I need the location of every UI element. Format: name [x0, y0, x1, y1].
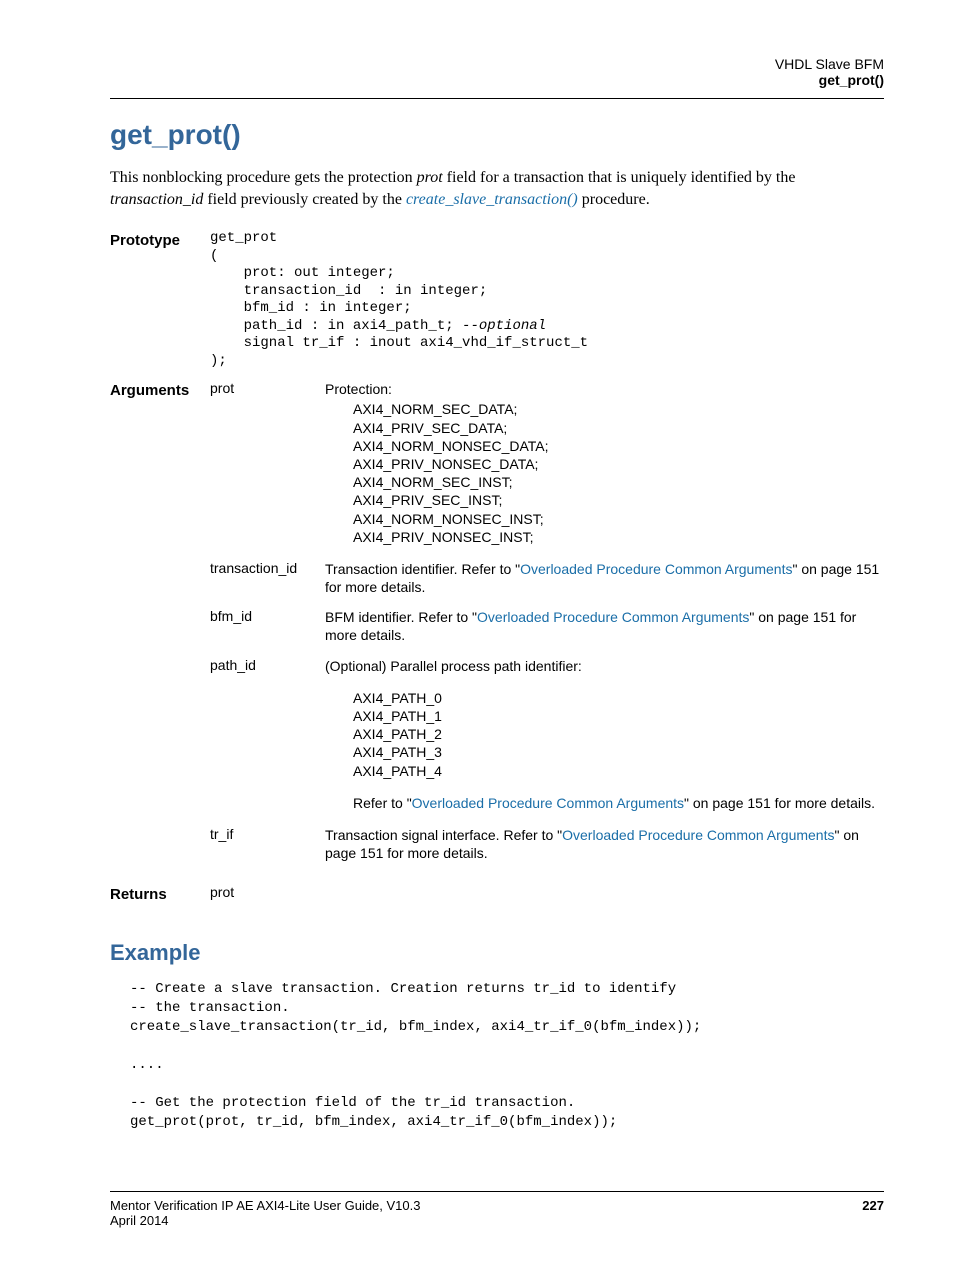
- overloaded-args-link[interactable]: Overloaded Procedure Common Arguments: [562, 827, 834, 843]
- intro-text: This nonblocking procedure gets the prot…: [110, 169, 417, 186]
- code-line: prot: out integer;: [210, 265, 395, 281]
- header-section: VHDL Slave BFM: [110, 56, 884, 72]
- enum-value: AXI4_PRIV_NONSEC_DATA;: [353, 455, 884, 473]
- footer-date: April 2014: [110, 1213, 884, 1228]
- footer-page-number: 227: [862, 1198, 884, 1213]
- returns-value: prot: [210, 884, 325, 912]
- page-footer: Mentor Verification IP AE AXI4-Lite User…: [110, 1191, 884, 1228]
- enum-value: AXI4_PATH_3: [353, 743, 884, 761]
- code-line: get_prot: [210, 230, 277, 246]
- arg-desc-bfm-id: BFM identifier. Refer to "Overloaded Pro…: [325, 608, 884, 656]
- page-header: VHDL Slave BFM get_prot(): [110, 56, 884, 88]
- enum-value: AXI4_PRIV_SEC_INST;: [353, 491, 884, 509]
- code-line: path_id : in axi4_path_t;: [210, 318, 462, 334]
- header-topic: get_prot(): [110, 72, 884, 88]
- enum-value: AXI4_PATH_1: [353, 707, 884, 725]
- arg-desc-path-id: (Optional) Parallel process path identif…: [325, 657, 884, 826]
- desc-text: " on page 151 for more details.: [684, 795, 875, 811]
- page-title: get_prot(): [110, 119, 884, 151]
- code-line: (: [210, 248, 218, 264]
- enum-value: AXI4_PATH_4: [353, 762, 884, 780]
- overloaded-args-link[interactable]: Overloaded Procedure Common Arguments: [520, 561, 792, 577]
- overloaded-args-link[interactable]: Overloaded Procedure Common Arguments: [412, 795, 684, 811]
- enum-value: AXI4_PATH_0: [353, 689, 884, 707]
- prototype-label: Prototype: [110, 230, 210, 380]
- intro-text: field previously created by the: [203, 191, 406, 208]
- prototype-code: get_prot ( prot: out integer; transactio…: [210, 230, 884, 370]
- enum-value: AXI4_PRIV_NONSEC_INST;: [353, 528, 884, 546]
- enum-value: AXI4_NORM_SEC_INST;: [353, 473, 884, 491]
- enum-value: AXI4_NORM_NONSEC_INST;: [353, 510, 884, 528]
- intro-term-tid: transaction_id: [110, 191, 203, 208]
- footer-rule: [110, 1191, 884, 1192]
- code-line: signal tr_if : inout axi4_vhd_if_struct_…: [210, 335, 588, 351]
- arg-name-prot: prot: [210, 380, 325, 560]
- arg-name-path-id: path_id: [210, 657, 325, 826]
- enum-value: AXI4_PRIV_SEC_DATA;: [353, 419, 884, 437]
- example-heading: Example: [110, 940, 884, 966]
- header-rule: [110, 98, 884, 99]
- intro-text: procedure.: [578, 191, 650, 208]
- intro-term-prot: prot: [417, 169, 443, 186]
- arg-name-tr-if: tr_if: [210, 826, 325, 874]
- desc-text: Transaction identifier. Refer to ": [325, 561, 520, 577]
- arg-name-bfm-id: bfm_id: [210, 608, 325, 656]
- code-line: transaction_id : in integer;: [210, 283, 487, 299]
- enum-value: AXI4_NORM_NONSEC_DATA;: [353, 437, 884, 455]
- arg-desc-header: (Optional) Parallel process path identif…: [325, 657, 884, 675]
- desc-text: BFM identifier. Refer to ": [325, 609, 477, 625]
- create-slave-transaction-link[interactable]: create_slave_transaction(): [406, 191, 578, 208]
- enum-value: AXI4_PATH_2: [353, 725, 884, 743]
- arg-desc-transaction-id: Transaction identifier. Refer to "Overlo…: [325, 560, 884, 608]
- footer-guide-name: Mentor Verification IP AE AXI4-Lite User…: [110, 1198, 420, 1213]
- code-line: );: [210, 353, 227, 369]
- intro-text: field for a transaction that is uniquely…: [443, 169, 796, 186]
- code-comment: --optional: [462, 318, 546, 334]
- arg-name-transaction-id: transaction_id: [210, 560, 325, 608]
- arg-desc-header: Protection:: [325, 380, 884, 398]
- intro-paragraph: This nonblocking procedure gets the prot…: [110, 167, 884, 210]
- arg-desc-tr-if: Transaction signal interface. Refer to "…: [325, 826, 884, 874]
- enum-value: AXI4_NORM_SEC_DATA;: [353, 400, 884, 418]
- example-code-block: -- Create a slave transaction. Creation …: [130, 980, 884, 1131]
- desc-text: Refer to ": [353, 795, 412, 811]
- arguments-label: Arguments: [110, 380, 210, 884]
- code-line: bfm_id : in integer;: [210, 300, 412, 316]
- overloaded-args-link[interactable]: Overloaded Procedure Common Arguments: [477, 609, 749, 625]
- returns-label: Returns: [110, 884, 210, 922]
- arg-desc-prot: Protection: AXI4_NORM_SEC_DATA; AXI4_PRI…: [325, 380, 884, 560]
- desc-text: Transaction signal interface. Refer to ": [325, 827, 562, 843]
